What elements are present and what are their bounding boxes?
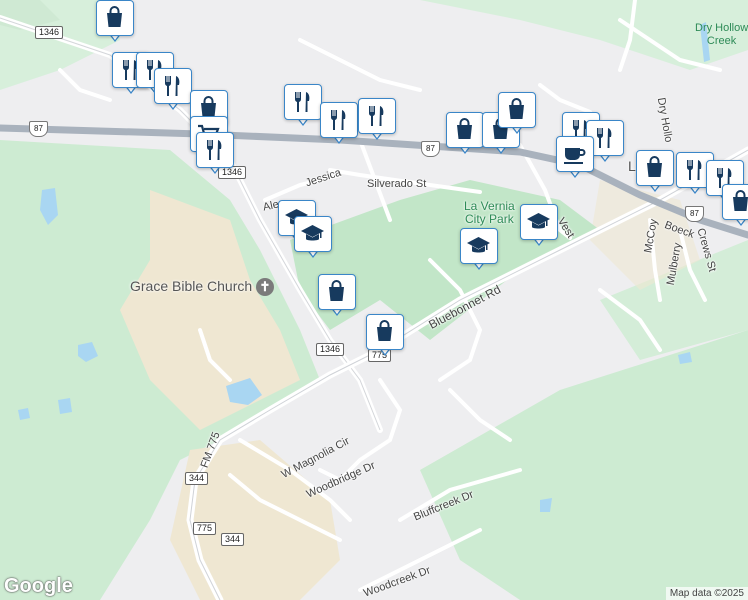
shopping-bag-icon bbox=[107, 6, 122, 27]
place-label-grace-bible-church[interactable]: Grace Bible Church bbox=[130, 278, 252, 294]
poi-pin-shopping-9[interactable] bbox=[366, 314, 404, 358]
route-shield-344-a: 344 bbox=[185, 472, 209, 485]
poi-pin-restaurant-6[interactable] bbox=[320, 102, 358, 146]
church-cross-icon[interactable]: ✝ bbox=[256, 278, 274, 296]
restaurant-icon bbox=[596, 128, 612, 148]
restaurant-icon bbox=[368, 106, 384, 126]
route-shield-us87-right: 87 bbox=[685, 206, 704, 222]
poi-pin-shopping-1[interactable] bbox=[96, 0, 134, 44]
poi-pin-shopping-3[interactable] bbox=[446, 112, 484, 156]
poi-pin-shopping-5[interactable] bbox=[498, 92, 536, 136]
school-icon bbox=[527, 213, 550, 229]
shopping-bag-icon bbox=[377, 320, 392, 341]
map-attribution[interactable]: Map data ©2025 bbox=[665, 587, 748, 600]
route-shield-us87-left: 87 bbox=[29, 121, 48, 137]
restaurant-icon bbox=[686, 160, 702, 180]
shopping-bag-icon bbox=[509, 98, 524, 119]
poi-pin-shopping-8[interactable] bbox=[318, 274, 356, 318]
green-area-southeast bbox=[420, 330, 748, 600]
place-label-la-vernia-city-park[interactable]: La Vernia City Park bbox=[464, 200, 515, 226]
poi-pin-restaurant-3[interactable] bbox=[154, 68, 192, 112]
route-shield-1346-low: 1346 bbox=[316, 343, 345, 356]
poi-pin-school-3[interactable] bbox=[520, 204, 558, 248]
route-shield-344-b: 344 bbox=[221, 533, 245, 546]
google-logo[interactable]: Google bbox=[4, 575, 73, 598]
poi-pin-shopping-6[interactable] bbox=[636, 150, 674, 194]
road-label-silverado-st: Silverado St bbox=[367, 178, 427, 190]
school-icon bbox=[301, 225, 324, 241]
poi-pin-restaurant-4[interactable] bbox=[196, 132, 234, 176]
shopping-bag-icon bbox=[647, 156, 662, 177]
restaurant-icon bbox=[164, 76, 180, 96]
water-pond-4 bbox=[58, 398, 72, 414]
poi-pin-school-2[interactable] bbox=[294, 216, 332, 260]
shopping-bag-icon bbox=[733, 190, 748, 211]
poi-pin-school-4[interactable] bbox=[460, 228, 498, 272]
cafe-icon bbox=[564, 148, 586, 164]
poi-pin-cafe-1[interactable] bbox=[556, 136, 594, 180]
poi-pin-restaurant-7[interactable] bbox=[358, 98, 396, 142]
water-pond-7 bbox=[540, 498, 552, 512]
poi-pin-shopping-7[interactable] bbox=[722, 184, 748, 228]
water-pond-5 bbox=[18, 408, 30, 420]
restaurant-icon bbox=[206, 140, 222, 160]
restaurant-icon bbox=[294, 92, 310, 112]
route-shield-1346-top: 1346 bbox=[35, 26, 64, 39]
shopping-bag-icon bbox=[329, 280, 344, 301]
place-label-city-initial[interactable]: L bbox=[628, 158, 636, 174]
place-label-dry-hollow-creek[interactable]: Dry Hollow Creek bbox=[695, 22, 748, 48]
poi-pin-restaurant-5[interactable] bbox=[284, 84, 322, 128]
shopping-bag-icon bbox=[457, 118, 472, 139]
restaurant-icon bbox=[330, 110, 346, 130]
school-icon bbox=[467, 237, 490, 253]
route-shield-us87-center: 87 bbox=[421, 141, 440, 157]
route-shield-775-b: 775 bbox=[193, 522, 217, 535]
